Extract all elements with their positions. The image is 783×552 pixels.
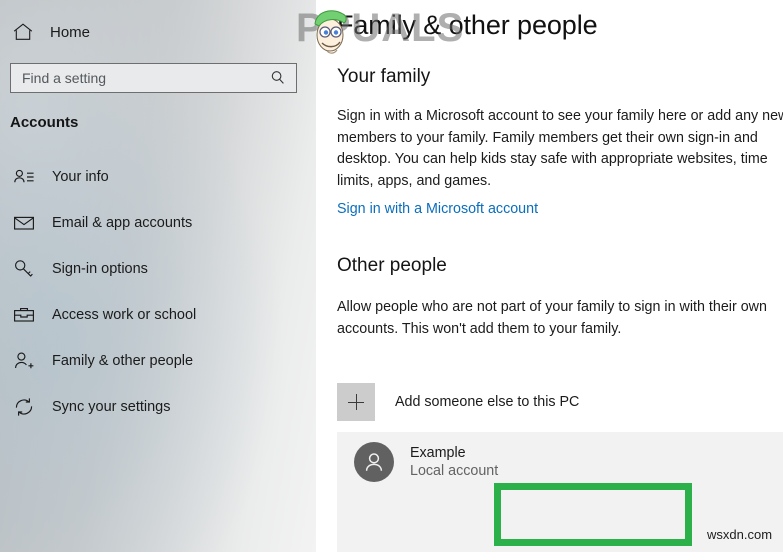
your-family-description: Sign in with a Microsoft account to see …	[337, 108, 783, 189]
sidebar-home-button[interactable]: Home	[10, 17, 90, 47]
plus-icon	[337, 383, 375, 421]
sidebar-item-label: Your info	[52, 169, 109, 185]
sidebar-item-access-work-or-school[interactable]: Access work or school	[0, 292, 316, 338]
account-name: Example	[410, 444, 466, 461]
user-card-icon	[12, 165, 36, 189]
sidebar-nav-list: Your info Email & app accounts Sign-in o…	[0, 154, 316, 430]
envelope-icon	[12, 211, 36, 235]
sidebar-item-label: Access work or school	[52, 307, 197, 323]
settings-main-content: Family & other people Your family Sign i…	[316, 0, 783, 552]
your-family-heading: Your family	[337, 66, 431, 87]
user-plus-icon	[12, 349, 36, 373]
appuals-mascot-icon	[307, 4, 354, 56]
sidebar-item-sync-your-settings[interactable]: Sync your settings	[0, 384, 316, 430]
sidebar-item-label: Sync your settings	[52, 399, 171, 415]
add-someone-else-button[interactable]: Add someone else to this PC	[337, 383, 579, 421]
add-someone-else-label: Add someone else to this PC	[395, 394, 580, 410]
sidebar-home-label: Home	[50, 23, 91, 41]
other-people-description: Allow people who are not part of your fa…	[337, 299, 767, 337]
sidebar-section-title: Accounts	[10, 114, 79, 131]
search-placeholder: Find a setting	[22, 70, 107, 86]
account-identity: Example Local account	[354, 442, 498, 482]
sidebar-item-label: Email & app accounts	[52, 215, 193, 231]
sidebar-item-email-app-accounts[interactable]: Email & app accounts	[0, 200, 316, 246]
settings-sidebar: Home Find a setting Accounts Your info E…	[0, 0, 316, 552]
briefcase-icon	[12, 303, 36, 327]
wsxdn-watermark: wsxdn.com	[707, 527, 773, 542]
search-icon	[268, 68, 288, 88]
sidebar-item-label: Family & other people	[52, 353, 194, 369]
home-icon	[10, 21, 36, 43]
other-people-heading: Other people	[337, 255, 447, 276]
sync-icon	[12, 395, 36, 419]
sidebar-item-sign-in-options[interactable]: Sign-in options	[0, 246, 316, 292]
sidebar-item-label: Sign-in options	[52, 261, 148, 277]
search-input[interactable]: Find a setting	[10, 63, 297, 93]
settings-window: Home Find a setting Accounts Your info E…	[0, 0, 783, 552]
account-type: Local account	[410, 462, 499, 479]
sidebar-item-family-other-people[interactable]: Family & other people	[0, 338, 316, 384]
sign-in-microsoft-account-link[interactable]: Sign in with a Microsoft account	[337, 201, 538, 217]
person-avatar-icon	[354, 442, 394, 482]
sidebar-item-your-info[interactable]: Your info	[0, 154, 316, 200]
key-icon	[12, 257, 36, 281]
